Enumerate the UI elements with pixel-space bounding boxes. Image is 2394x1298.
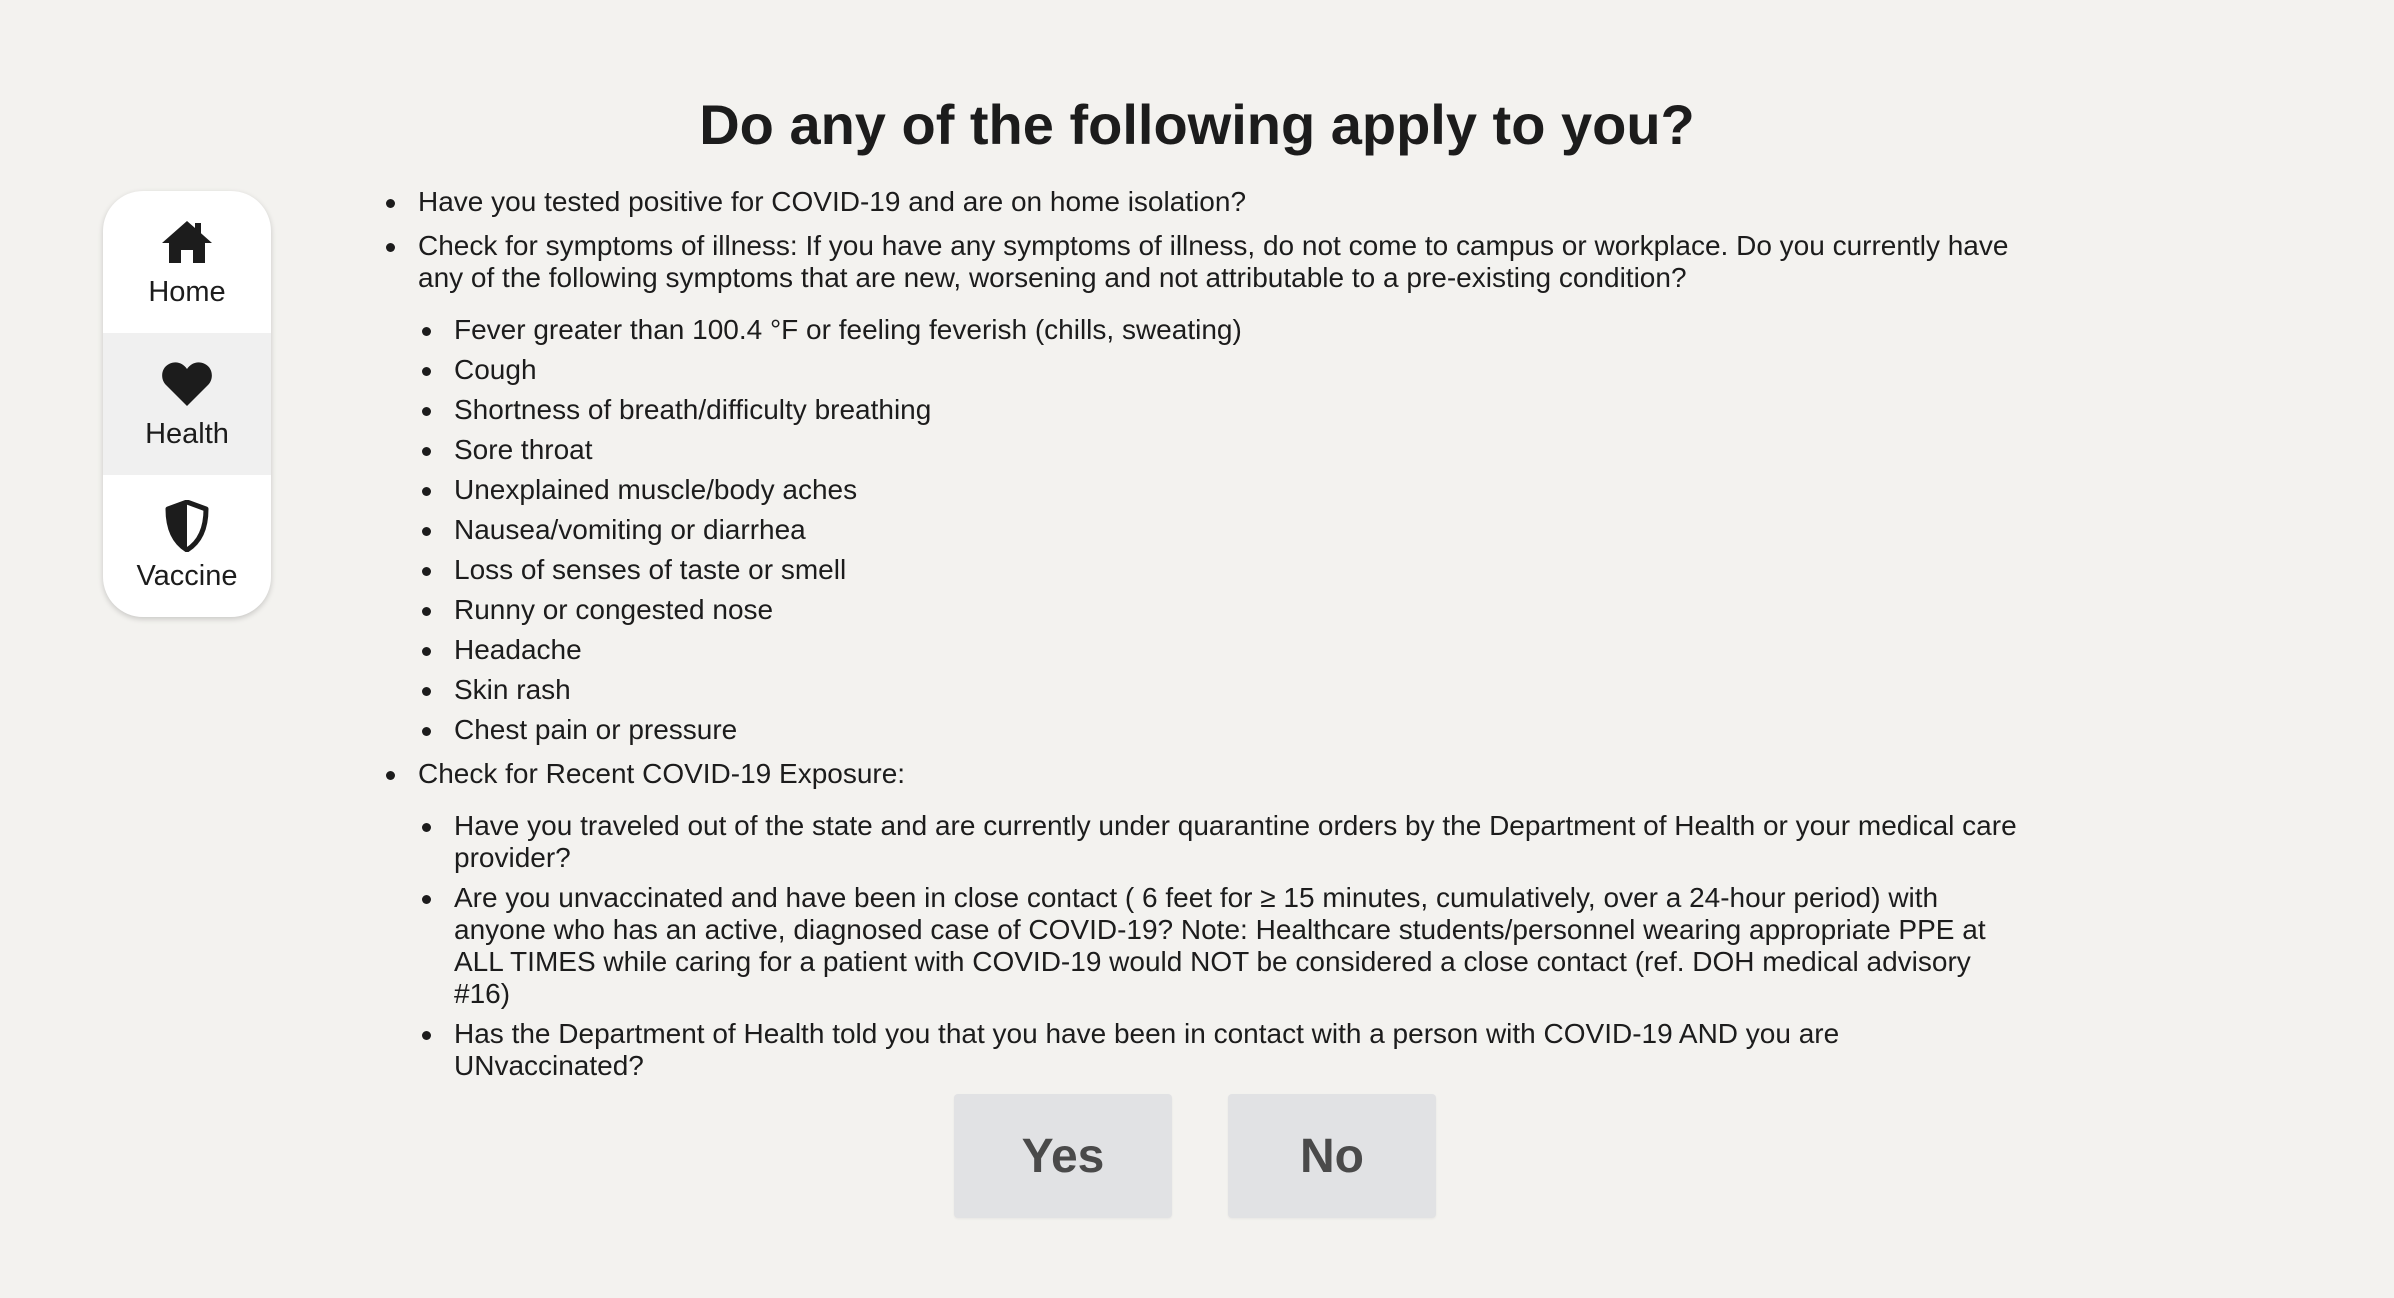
no-button[interactable]: No: [1228, 1094, 1436, 1218]
list-item: Headache: [418, 634, 2022, 666]
sidebar-item-label: Home: [148, 275, 226, 308]
exposure-list: Have you traveled out of the state and a…: [418, 810, 2022, 1082]
symptoms-wrapper: Fever greater than 100.4 °F or feeling f…: [418, 314, 2022, 746]
question-symptoms: Check for symptoms of illness: If you ha…: [382, 230, 2022, 294]
list-item: Cough: [418, 354, 2022, 386]
sidebar-item-label: Health: [145, 417, 229, 450]
yes-button[interactable]: Yes: [954, 1094, 1172, 1218]
list-item: Have you traveled out of the state and a…: [418, 810, 2022, 874]
question-list: Have you tested positive for COVID-19 an…: [382, 186, 2022, 294]
list-item: Sore throat: [418, 434, 2022, 466]
home-icon: [159, 216, 215, 268]
question-text: Have you tested positive for COVID-19 an…: [418, 186, 1247, 217]
list-item: Unexplained muscle/body aches: [418, 474, 2022, 506]
list-item: Loss of senses of taste or smell: [418, 554, 2022, 586]
sidebar-nav: Home Health Vaccine: [103, 191, 271, 617]
sidebar-item-label: Vaccine: [136, 559, 238, 592]
page-title: Do any of the following apply to you?: [699, 93, 1695, 156]
answer-buttons: Yes No: [954, 1094, 1436, 1218]
sidebar-item-home[interactable]: Home: [103, 191, 271, 333]
question-isolation: Have you tested positive for COVID-19 an…: [382, 186, 2022, 218]
question-text: Check for Recent COVID-19 Exposure:: [418, 758, 906, 789]
list-item: Are you unvaccinated and have been in cl…: [418, 882, 2022, 1010]
page: Home Health Vaccine Do any of the follow…: [0, 0, 2394, 1298]
question-text: Check for symptoms of illness: If you ha…: [418, 230, 2009, 293]
heart-icon: [159, 358, 215, 410]
exposure-wrapper: Have you traveled out of the state and a…: [418, 810, 2022, 1082]
sidebar-item-health[interactable]: Health: [103, 333, 271, 475]
list-item: Nausea/vomiting or diarrhea: [418, 514, 2022, 546]
list-item: Fever greater than 100.4 °F or feeling f…: [418, 314, 2022, 346]
list-item: Chest pain or pressure: [418, 714, 2022, 746]
list-item: Skin rash: [418, 674, 2022, 706]
list-item: Runny or congested nose: [418, 594, 2022, 626]
shield-icon: [159, 499, 215, 552]
question-list: Check for Recent COVID-19 Exposure:: [382, 758, 2022, 790]
list-item: Has the Department of Health told you th…: [418, 1018, 2022, 1082]
sidebar-item-vaccine[interactable]: Vaccine: [103, 475, 271, 617]
question-exposure: Check for Recent COVID-19 Exposure:: [382, 758, 2022, 790]
questionnaire: Have you tested positive for COVID-19 an…: [382, 186, 2022, 1094]
symptom-list: Fever greater than 100.4 °F or feeling f…: [418, 314, 2022, 746]
list-item: Shortness of breath/difficulty breathing: [418, 394, 2022, 426]
